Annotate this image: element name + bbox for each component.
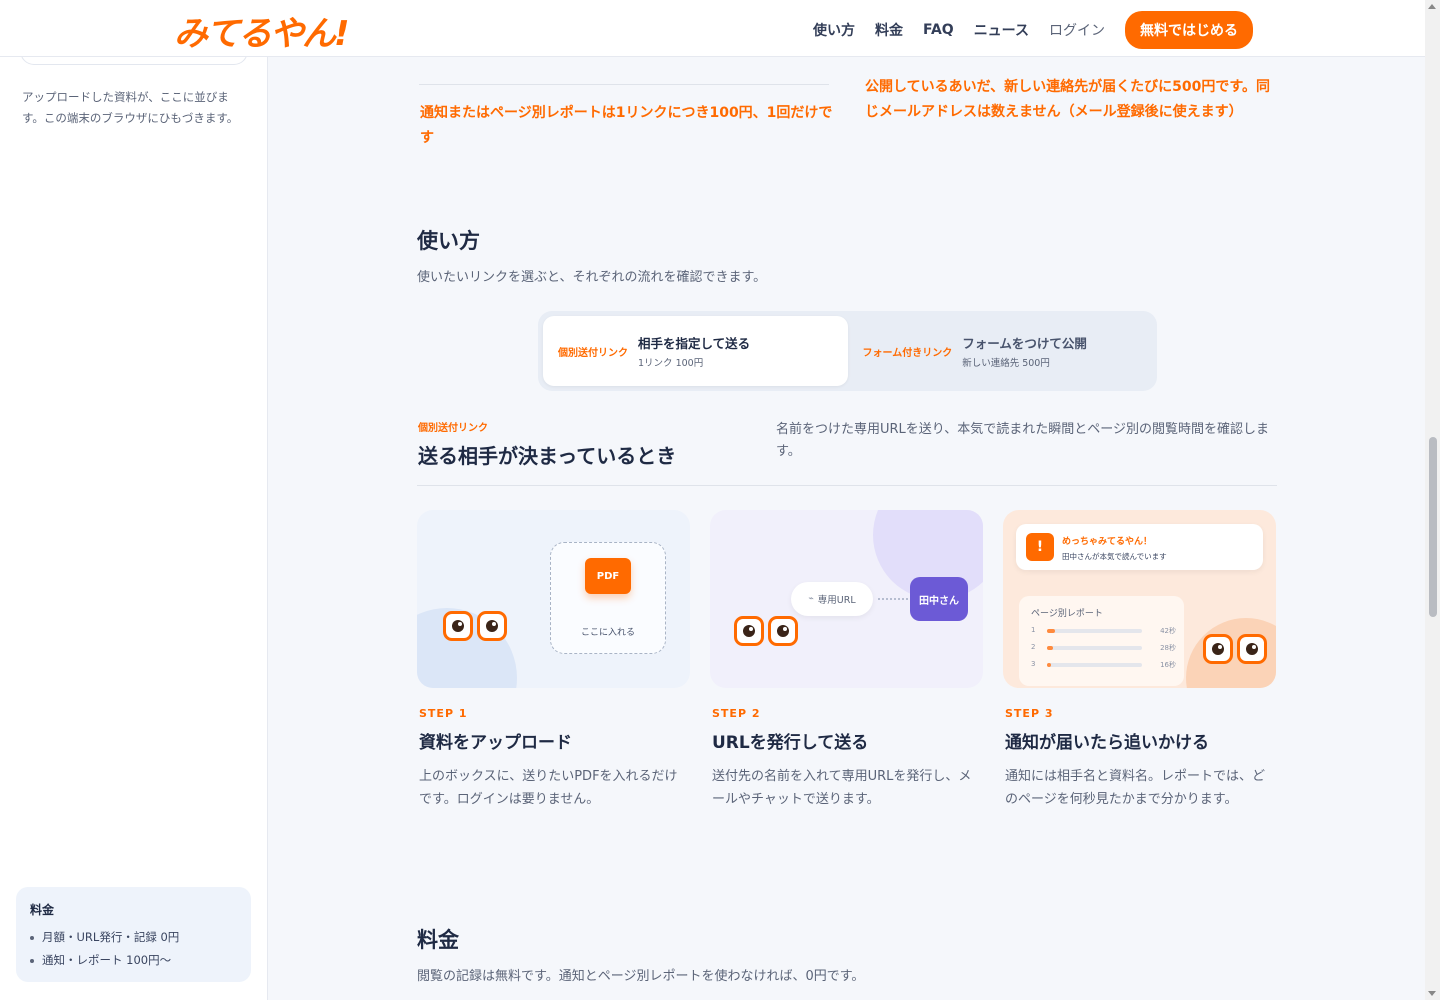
logo[interactable]: みてるやん! — [174, 6, 350, 55]
step-1: PDF ここに入れる STEP 1 資料をアップロード 上のボックスに、送りたい… — [417, 510, 690, 811]
sidebar-price-title: 料金 — [30, 903, 55, 917]
pricing-note-right: 公開しているあいだ、新しい連絡先が届くたびに500円です。同じメールアドレスは数… — [865, 79, 1270, 120]
alert-icon: ! — [1026, 533, 1054, 561]
sidebar-note: アップロードした資料が、ここに並びます。この端末のブラウザにひもづきます。 — [22, 90, 239, 125]
notification-title: めっちゃみてるやん！ — [1062, 537, 1153, 547]
report-row: 1 42秒 — [1031, 626, 1176, 635]
nav-howto[interactable]: 使い方 — [813, 20, 855, 40]
step-1-illustration: PDF ここに入れる — [417, 510, 690, 688]
tab-sub: 新しい連絡先 500円 — [962, 358, 1050, 369]
step-3-illustration: ! めっちゃみてるやん！ 田中さんが本気で読んでいます ページ別レポート 1 4… — [1003, 510, 1276, 688]
report-row: 3 16秒 — [1031, 660, 1176, 669]
flow-tag: 個別送付リンク — [418, 423, 488, 434]
notification-card: ! めっちゃみてるやん！ 田中さんが本気で読んでいます — [1016, 524, 1263, 570]
scroll-thumb[interactable] — [1429, 437, 1437, 617]
main-content: 通知またはページ別レポートは1リンクにつき100円、1回だけです 公開しているあ… — [268, 57, 1425, 1000]
nav-news[interactable]: ニュース — [974, 20, 1029, 40]
scroll-up-icon[interactable] — [1428, 4, 1436, 9]
main-nav: 使い方 料金 FAQ ニュース ログイン 無料ではじめる — [813, 11, 1253, 49]
login-link[interactable]: ログイン — [1049, 20, 1105, 40]
report-row: 2 28秒 — [1031, 643, 1176, 652]
scroll-down-icon[interactable] — [1428, 991, 1436, 996]
url-pill: ⌁ 専用URL — [791, 582, 873, 616]
start-free-button[interactable]: 無料ではじめる — [1125, 11, 1253, 49]
report-title: ページ別レポート — [1031, 609, 1103, 619]
step-label: STEP 3 — [1005, 707, 1054, 720]
divider — [419, 84, 829, 85]
step-label: STEP 2 — [712, 707, 761, 720]
list-item: 月額・URL発行・記録 0円 — [30, 926, 237, 949]
pdf-icon: PDF — [585, 558, 631, 594]
mascot-eyes-icon — [1203, 634, 1267, 664]
list-item: 通知・レポート 100円〜 — [30, 949, 237, 972]
drop-zone-illustration: PDF ここに入れる — [550, 542, 666, 654]
link-icon: ⌁ — [808, 594, 814, 604]
nav-faq[interactable]: FAQ — [923, 22, 954, 38]
tab-individual-link[interactable]: 個別送付リンク 相手を指定して送る 1リンク 100円 — [543, 316, 848, 386]
connector-line — [878, 598, 908, 600]
site-header: みてるやん! 使い方 料金 FAQ ニュース ログイン 無料ではじめる — [0, 0, 1425, 57]
tab-tag: フォーム付きリンク — [862, 347, 953, 359]
notification-sub: 田中さんが本気で読んでいます — [1062, 552, 1167, 561]
step-desc: 通知には相手名と資料名。レポートでは、どのページを何秒見たかまで分かります。 — [1005, 769, 1266, 807]
pricing-subtitle: 閲覧の記録は無料です。通知とページ別レポートを使わなければ、0円です。 — [417, 969, 865, 984]
step-title: URLを発行して送る — [712, 733, 869, 753]
nav-pricing[interactable]: 料金 — [875, 20, 903, 40]
howto-title: 使い方 — [417, 229, 480, 253]
recipient-badge: 田中さん — [910, 577, 968, 621]
sidebar-price-list: 月額・URL発行・記録 0円 通知・レポート 100円〜 — [30, 926, 237, 972]
step-desc: 送付先の名前を入れて専用URLを発行し、メールやチャットで送ります。 — [712, 769, 972, 807]
tab-title: フォームをつけて公開 — [962, 336, 1087, 351]
tab-tag: 個別送付リンク — [558, 347, 628, 359]
flow-title: 送る相手が決まっているとき — [418, 444, 677, 468]
step-3: ! めっちゃみてるやん！ 田中さんが本気で読んでいます ページ別レポート 1 4… — [1003, 510, 1276, 811]
page-scrollbar[interactable] — [1425, 0, 1440, 1000]
pricing-title: 料金 — [417, 928, 459, 952]
step-title: 資料をアップロード — [419, 733, 572, 753]
sidebar-price-box: 料金 月額・URL発行・記録 0円 通知・レポート 100円〜 — [16, 887, 251, 982]
drop-label: ここに入れる — [580, 628, 635, 638]
sidebar: アップロードした資料が、ここに並びます。この端末のブラウザにひもづきます。 料金… — [0, 47, 268, 1000]
tab-title: 相手を指定して送る — [638, 336, 751, 351]
howto-subtitle: 使いたいリンクを選ぶと、それぞれの流れを確認できます。 — [417, 270, 767, 285]
mascot-eyes-icon — [443, 611, 507, 641]
divider — [417, 485, 1277, 486]
link-type-tabs: 個別送付リンク 相手を指定して送る 1リンク 100円 フォーム付きリンク フォ… — [538, 311, 1157, 391]
flow-description: 名前をつけた専用URLを送り、本気で読まれた瞬間とページ別の閲覧時間を確認します… — [776, 422, 1270, 459]
step-label: STEP 1 — [419, 707, 468, 720]
tab-form-link[interactable]: フォーム付きリンク フォームをつけて公開 新しい連絡先 500円 — [848, 316, 1153, 386]
step-2: ⌁ 専用URL 田中さん STEP 2 URLを発行して送る 送付先の名前を入れ… — [710, 510, 983, 811]
step-2-illustration: ⌁ 専用URL 田中さん — [710, 510, 983, 688]
pricing-note-left: 通知またはページ別レポートは1リンクにつき100円、1回だけです — [420, 105, 833, 146]
page-report-card: ページ別レポート 1 42秒 2 28秒 3 16秒 — [1019, 596, 1184, 686]
step-title: 通知が届いたら追いかける — [1005, 733, 1209, 753]
step-desc: 上のボックスに、送りたいPDFを入れるだけです。ログインは要りません。 — [419, 769, 678, 807]
tab-sub: 1リンク 100円 — [638, 358, 704, 369]
mascot-eyes-icon — [734, 616, 798, 646]
